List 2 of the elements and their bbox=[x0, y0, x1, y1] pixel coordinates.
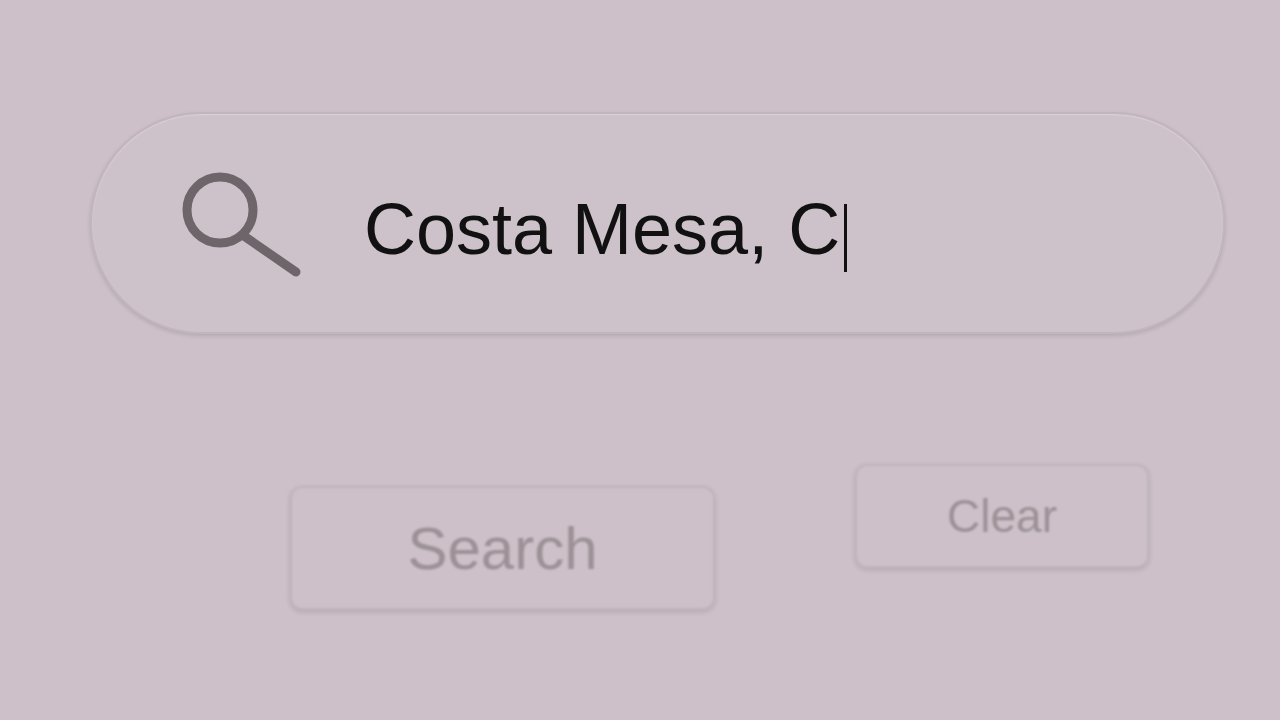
search-text: Costa Mesa, C bbox=[364, 188, 841, 270]
search-field[interactable]: Costa Mesa, C bbox=[90, 112, 1225, 334]
